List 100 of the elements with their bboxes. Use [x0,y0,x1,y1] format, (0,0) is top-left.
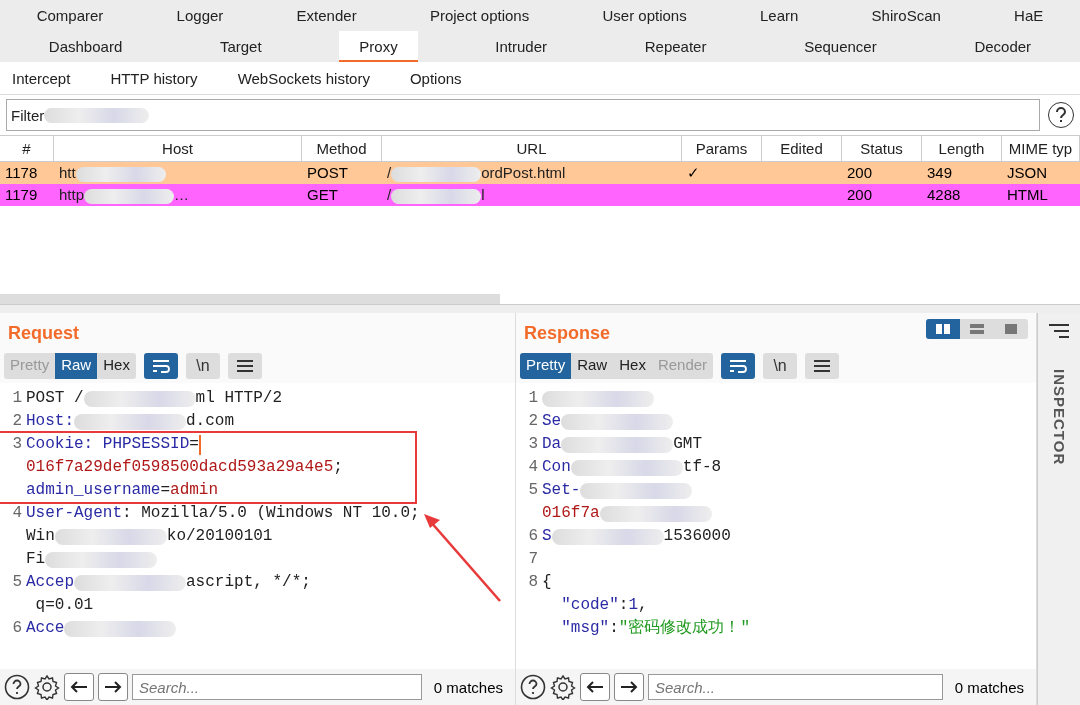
layout-button[interactable] [926,319,960,339]
wrap-icon [151,359,170,373]
newline-button[interactable]: \n [763,353,798,379]
wrap-button[interactable] [721,353,756,379]
back-button[interactable] [64,673,94,701]
code-text: S [542,526,552,547]
sub-tab[interactable]: Intercept [12,69,71,87]
code-text: Accep [26,572,74,593]
code-text: q=0.01 [34,595,94,616]
code-text: ordPost.html [481,164,566,181]
view-tab[interactable]: Raw [55,353,98,379]
settings-icon[interactable] [550,674,576,700]
panel-title: Request [8,322,79,344]
match-count: 0 matches [953,678,1025,696]
main-tab[interactable]: Proxy [339,31,418,62]
code-text: "msg" [560,618,610,639]
line-number: 6 [11,618,23,639]
search-field[interactable]: Search... [648,674,943,700]
sub-tab[interactable]: HTTP history [110,69,198,87]
sub-tab[interactable]: Options [409,69,462,87]
line-number: 3 [527,434,539,455]
search-field[interactable]: Search... [132,674,422,700]
code-text: ko/20100101 [166,526,273,547]
main-tab[interactable]: Comparer [16,0,124,31]
code-text: l [481,186,485,203]
menu-icon[interactable] [1048,323,1070,339]
code-text: Cookie: PHPSESSID [26,434,190,455]
main-tab[interactable]: User options [582,0,707,31]
table-cell: HTML [1002,184,1080,206]
menu-button[interactable] [805,353,840,379]
main-tab[interactable]: Project options [409,0,550,31]
code-text: : [618,595,629,616]
newline-button[interactable]: \n [185,353,220,379]
forward-button[interactable] [614,673,644,701]
left-arrow-icon [70,680,88,694]
line-number: 3 [11,434,23,455]
table-cell: 1178 [0,162,54,184]
code-text: admin [170,480,219,501]
inspector-label[interactable]: INSPECTOR [1050,369,1068,466]
code-text: Host: [26,411,74,432]
main-tab[interactable]: ShiroScan [851,0,961,31]
code-text: d.com [186,411,235,432]
view-tab[interactable]: Hex [613,353,652,379]
text-cursor [198,434,201,455]
layout-icon [1003,323,1019,335]
layout-icon [969,323,985,335]
scrollbar[interactable] [0,294,500,304]
view-tab[interactable]: Pretty [520,353,572,379]
code-text: GMT [673,434,702,455]
left-arrow-icon [586,680,604,694]
line-number: 2 [527,411,539,432]
code-text: 016f7a [542,503,600,524]
code-text: ascript, */*; [186,572,311,593]
main-tab[interactable]: Dashboard [28,31,143,62]
main-tab[interactable]: Extender [276,0,377,31]
code-text: POST / [26,388,84,409]
table-cell: POST [302,162,382,184]
wrap-button[interactable] [143,353,178,379]
code-text: : Mozilla/5.0 (Windows NT 10.0; [122,503,420,524]
code-text: 1 [628,595,639,616]
line-number: 2 [11,411,23,432]
code-text: htt [59,164,76,181]
code-text: Con [542,457,571,478]
code-text: "密码修改成功！" [618,617,751,639]
table-cell: 1179 [0,184,54,206]
code-text: = [189,434,199,455]
main-tab[interactable]: Decoder [954,31,1052,62]
sub-tab[interactable]: WebSockets history [237,69,370,87]
main-tab[interactable]: HaE [994,0,1064,31]
code-text: ml HTTP/2 [195,388,283,409]
layout-icon [935,323,951,335]
code-text: Win [26,526,55,547]
back-button[interactable] [580,673,610,701]
code-text: User-Agent [26,503,122,524]
view-tab[interactable]: Raw [571,353,614,379]
menu-button[interactable] [227,353,262,379]
code-text: Set- [542,480,581,501]
menu-icon [235,359,254,373]
settings-icon[interactable] [34,674,60,700]
main-tab[interactable]: Repeater [624,31,727,62]
code-text: / [387,186,392,203]
table-cell: 4288 [922,184,1002,206]
code-text: , [638,595,648,616]
line-number: 8 [527,572,539,593]
code-text: Se [542,411,562,432]
right-arrow-icon [104,680,122,694]
table-cell: ✓ [682,162,762,184]
main-tab[interactable]: Intruder [475,31,568,62]
panel-title: Response [524,322,611,344]
forward-button[interactable] [98,673,128,701]
code-text: { [542,572,552,593]
main-tab[interactable]: Sequencer [784,31,897,62]
main-tab[interactable]: Target [199,31,282,62]
help-icon[interactable] [520,674,546,700]
help-icon[interactable] [4,674,30,700]
main-tab[interactable]: Logger [156,0,244,31]
view-tab[interactable]: Hex [97,353,136,379]
filter-bar[interactable]: Filter [6,99,1040,131]
main-tab[interactable]: Learn [739,0,819,31]
line-number: 5 [527,480,539,501]
